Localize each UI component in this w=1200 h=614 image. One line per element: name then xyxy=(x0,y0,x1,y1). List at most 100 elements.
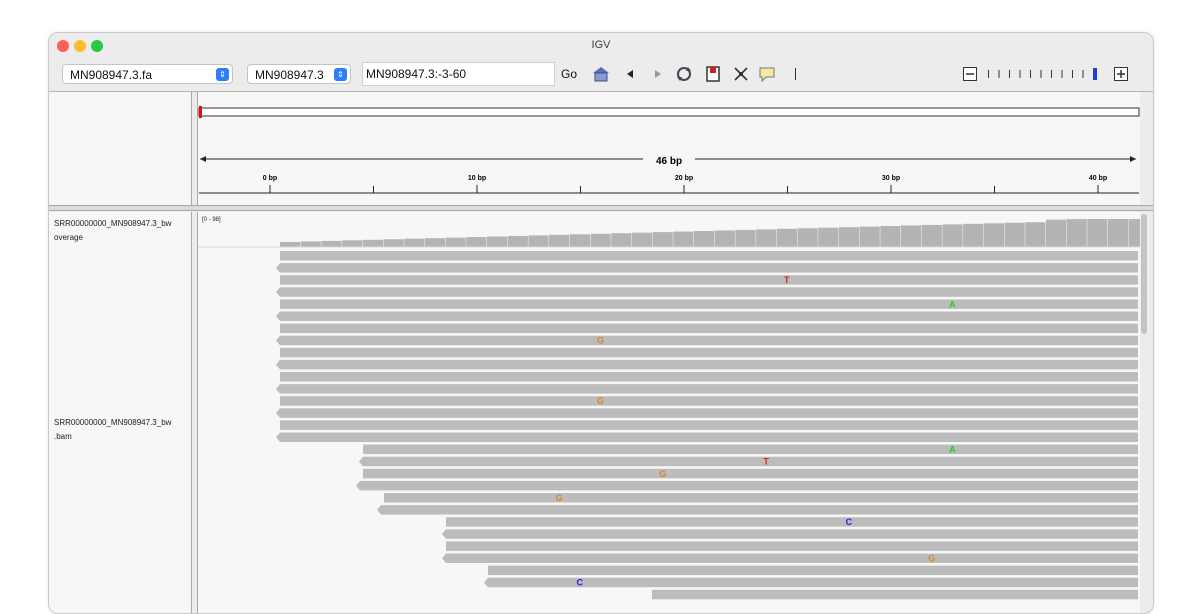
zoom-slider[interactable] xyxy=(988,68,1097,80)
read-alignment[interactable] xyxy=(276,432,1138,443)
data-panel[interactable]: [0 - 98] T A G G A T G G C G C xyxy=(197,212,1149,613)
read-alignment[interactable] xyxy=(280,396,1138,406)
alignment-track[interactable] xyxy=(276,251,1138,600)
panel-splitter[interactable] xyxy=(49,205,1153,211)
coverage-bar xyxy=(362,239,383,247)
read-alignment[interactable] xyxy=(363,468,1138,479)
read-alignment[interactable] xyxy=(488,565,1138,576)
zoom-tick[interactable] xyxy=(1051,70,1052,78)
read-alignment[interactable] xyxy=(446,541,1138,551)
coverage-bar xyxy=(445,237,466,247)
read-alignment[interactable] xyxy=(280,372,1138,382)
mismatch-base: T xyxy=(763,457,769,467)
alignment-track-name-line2[interactable]: .bam xyxy=(54,432,72,441)
coverage-bar xyxy=(569,234,590,247)
coverage-bar xyxy=(838,227,860,247)
locus-input[interactable]: MN908947.3:-3-60 xyxy=(362,62,555,86)
coverage-track-name-line1[interactable]: SRR00000000_MN908947.3_bw xyxy=(54,219,188,228)
read-alignment[interactable] xyxy=(377,505,1138,515)
zoom-tick[interactable] xyxy=(1082,70,1084,78)
coverage-bar xyxy=(342,240,363,247)
coverage-bar xyxy=(631,232,653,247)
mismatch-base: A xyxy=(949,445,956,455)
read-alignment[interactable] xyxy=(280,323,1138,334)
ideogram-current-region xyxy=(199,106,202,118)
coverage-bar xyxy=(1087,219,1108,247)
read-alignment[interactable] xyxy=(276,384,1138,394)
genome-select[interactable]: MN908947.3.fa ⇕ xyxy=(62,64,233,84)
zoom-tick[interactable] xyxy=(1093,68,1097,80)
read-alignment[interactable] xyxy=(280,299,1138,309)
mismatch-base: T xyxy=(784,275,790,285)
read-alignment[interactable] xyxy=(276,408,1138,418)
read-alignment[interactable] xyxy=(356,480,1138,491)
read-alignment[interactable] xyxy=(276,311,1138,322)
ruler-panel[interactable]: 46 bp 0 bp 10 bp 20 bp 30 bp 40 bp xyxy=(197,92,1140,206)
coverage-bar xyxy=(466,237,487,247)
home-icon[interactable] xyxy=(592,65,610,83)
alignment-track-name-line1[interactable]: SRR00000000_MN908947.3_bw xyxy=(54,418,188,427)
read-alignment[interactable] xyxy=(359,456,1138,467)
zoom-tick[interactable] xyxy=(1019,70,1021,78)
zoom-tick[interactable] xyxy=(1030,70,1031,78)
ruler-name-panel xyxy=(49,92,192,206)
coverage-bar xyxy=(652,232,673,247)
zoom-tick[interactable] xyxy=(998,70,1000,78)
toolbar: MN908947.3.fa ⇕ MN908947.3 ⇕ MN908947.3:… xyxy=(49,59,1153,92)
read-alignment[interactable] xyxy=(446,517,1138,527)
coverage-bar xyxy=(321,240,342,247)
track-name-panel: SRR00000000_MN908947.3_bw overage SRR000… xyxy=(49,212,192,613)
read-alignment[interactable] xyxy=(384,493,1138,503)
read-alignment[interactable] xyxy=(276,287,1138,297)
mismatch-base: G xyxy=(597,396,604,406)
zoom-in-button[interactable] xyxy=(1114,67,1128,81)
zoom-tick[interactable] xyxy=(1072,70,1073,78)
coverage-bar xyxy=(280,242,301,247)
chromosome-ideogram[interactable] xyxy=(198,107,1140,117)
coverage-track-name-line2[interactable]: overage xyxy=(54,233,83,242)
coverage-range-label: [0 - 98] xyxy=(202,217,221,223)
read-alignment[interactable] xyxy=(276,359,1138,370)
zoom-tick[interactable] xyxy=(1009,70,1010,78)
zoom-tick[interactable] xyxy=(1061,70,1063,78)
read-alignment[interactable] xyxy=(280,275,1138,285)
read-alignment[interactable] xyxy=(276,263,1138,273)
ruler-tick-label: 30 bp xyxy=(882,175,900,182)
coverage-bar xyxy=(1108,219,1129,247)
mismatch-base: C xyxy=(577,578,584,588)
coverage-bar xyxy=(549,234,570,247)
coverage-bar xyxy=(921,224,942,247)
read-alignment[interactable] xyxy=(276,335,1138,346)
read-alignment[interactable] xyxy=(280,251,1138,261)
read-alignment[interactable] xyxy=(652,589,1138,600)
vertical-scrollbar[interactable] xyxy=(1141,214,1147,334)
coverage-bar xyxy=(694,231,715,247)
region-icon[interactable] xyxy=(704,65,722,83)
coverage-bar xyxy=(1128,219,1149,247)
read-alignment[interactable] xyxy=(280,420,1138,430)
read-alignment[interactable] xyxy=(280,347,1138,358)
refresh-icon[interactable] xyxy=(675,65,693,83)
go-button[interactable]: Go xyxy=(561,67,577,81)
igv-window: IGV MN908947.3.fa ⇕ MN908947.3 ⇕ MN90894… xyxy=(48,32,1154,614)
coverage-bar xyxy=(507,235,528,247)
coverage-track[interactable] xyxy=(280,219,1149,247)
read-alignment[interactable] xyxy=(442,553,1138,564)
zoom-tick[interactable] xyxy=(988,70,989,78)
forward-icon[interactable] xyxy=(649,65,667,83)
chromosome-select[interactable]: MN908947.3 ⇕ xyxy=(247,64,351,84)
coverage-bar xyxy=(1066,219,1087,247)
zoom-out-button[interactable] xyxy=(963,67,977,81)
coverage-bar xyxy=(942,224,963,247)
toolbar-divider xyxy=(795,68,796,80)
back-icon[interactable] xyxy=(621,65,639,83)
mismatch-base: G xyxy=(928,554,935,564)
zoom-tick[interactable] xyxy=(1040,70,1042,78)
read-alignment[interactable] xyxy=(363,444,1138,455)
read-alignment[interactable] xyxy=(442,529,1138,539)
window-title: IGV xyxy=(591,39,611,51)
mismatch-base: A xyxy=(949,299,956,309)
span-label: 46 bp xyxy=(656,156,682,167)
popup-text-icon[interactable] xyxy=(758,65,776,83)
resize-icon[interactable] xyxy=(732,65,750,83)
